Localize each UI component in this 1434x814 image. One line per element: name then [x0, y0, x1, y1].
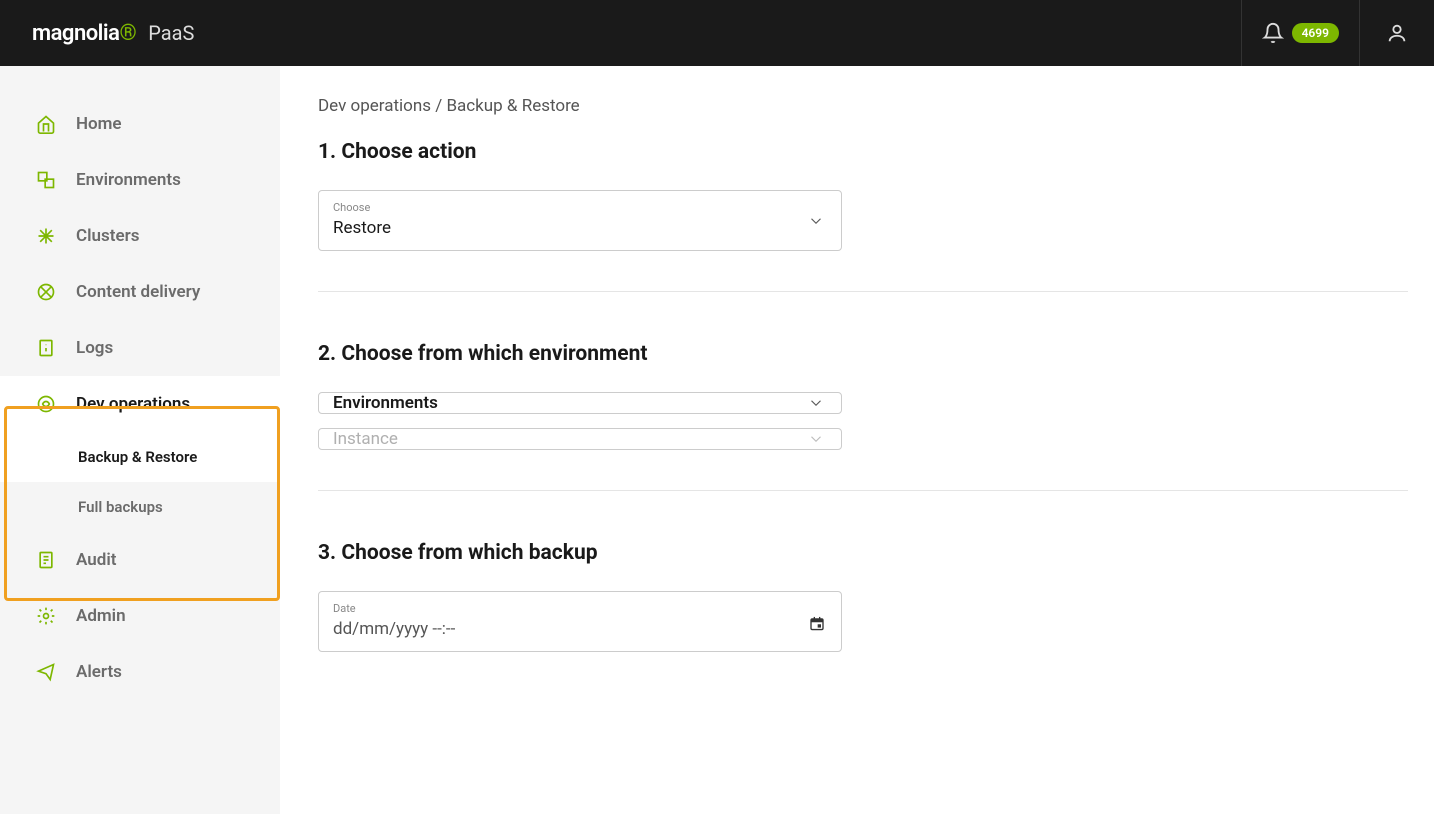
bell-icon [1262, 22, 1284, 44]
sidebar: Home Environments Clusters Content deliv… [0, 66, 280, 814]
header-logo-area: magnolia® PaaS [32, 21, 194, 46]
breadcrumb: Dev operations / Backup & Restore [318, 96, 1404, 116]
sidebar-item-label: Logs [76, 338, 113, 358]
calendar-icon [809, 615, 825, 631]
app-header: magnolia® PaaS 4699 [0, 0, 1434, 66]
divider [318, 291, 1408, 292]
user-icon [1386, 22, 1408, 44]
instance-select[interactable]: Instance [318, 428, 842, 450]
section-title: 2. Choose from which environment [318, 342, 1404, 366]
content-delivery-icon [36, 282, 56, 302]
sidebar-item-label: Clusters [76, 226, 139, 246]
section-title: 1. Choose action [318, 140, 1404, 164]
sidebar-item-label: Home [76, 114, 122, 134]
sidebar-sub-label: Full backups [78, 498, 163, 516]
sidebar-item-label: Admin [76, 606, 126, 626]
section-choose-backup: 3. Choose from which backup Date dd/mm/y… [318, 541, 1404, 652]
field-label: Date [333, 602, 827, 615]
logo: magnolia® [32, 21, 136, 46]
sidebar-item-label: Dev operations [76, 394, 190, 414]
field-placeholder: Instance [333, 419, 398, 459]
field-label: Choose [333, 201, 827, 214]
chevron-down-icon [807, 430, 825, 448]
environment-select[interactable]: Environments [318, 392, 842, 414]
notifications-button[interactable]: 4699 [1241, 0, 1359, 66]
divider [318, 490, 1408, 491]
header-actions: 4699 [1241, 0, 1434, 66]
field-placeholder: Environments [333, 383, 438, 423]
home-icon [36, 114, 56, 134]
field-value: Restore [333, 218, 391, 238]
sidebar-item-home[interactable]: Home [0, 96, 280, 152]
sidebar-item-dev-operations[interactable]: Dev operations [0, 376, 280, 432]
section-choose-environment: 2. Choose from which environment Environ… [318, 342, 1404, 450]
sidebar-sub-full-backups[interactable]: Full backups [0, 482, 280, 532]
logo-suffix: PaaS [148, 21, 194, 45]
action-select[interactable]: Choose Restore [318, 190, 842, 251]
sidebar-item-audit[interactable]: Audit [0, 532, 280, 588]
logs-icon [36, 338, 56, 358]
audit-icon [36, 550, 56, 570]
chevron-down-icon [807, 394, 825, 412]
sidebar-item-label: Content delivery [76, 282, 200, 302]
clusters-icon [36, 226, 56, 246]
sidebar-item-label: Alerts [76, 662, 122, 682]
section-choose-action: 1. Choose action Choose Restore [318, 140, 1404, 251]
environments-icon [36, 170, 56, 190]
section-title: 3. Choose from which backup [318, 541, 1404, 565]
date-value: dd/mm/yyyy --:-- [333, 619, 455, 639]
main-content: Dev operations / Backup & Restore 1. Cho… [280, 66, 1434, 814]
admin-icon [36, 606, 56, 626]
user-menu-button[interactable] [1359, 0, 1434, 66]
date-input[interactable]: Date dd/mm/yyyy --:-- [318, 591, 842, 652]
sidebar-sub-label: Backup & Restore [78, 448, 197, 466]
sidebar-sub-backup-restore[interactable]: Backup & Restore [0, 432, 280, 482]
sidebar-item-label: Environments [76, 170, 181, 190]
sidebar-item-label: Audit [76, 550, 116, 570]
alerts-icon [36, 662, 56, 682]
sidebar-item-environments[interactable]: Environments [0, 152, 280, 208]
sidebar-item-alerts[interactable]: Alerts [0, 644, 280, 700]
notification-badge: 4699 [1292, 23, 1339, 43]
chevron-down-icon [807, 212, 825, 230]
dev-operations-icon [36, 394, 56, 414]
sidebar-item-logs[interactable]: Logs [0, 320, 280, 376]
sidebar-item-content-delivery[interactable]: Content delivery [0, 264, 280, 320]
sidebar-item-clusters[interactable]: Clusters [0, 208, 280, 264]
sidebar-item-admin[interactable]: Admin [0, 588, 280, 644]
